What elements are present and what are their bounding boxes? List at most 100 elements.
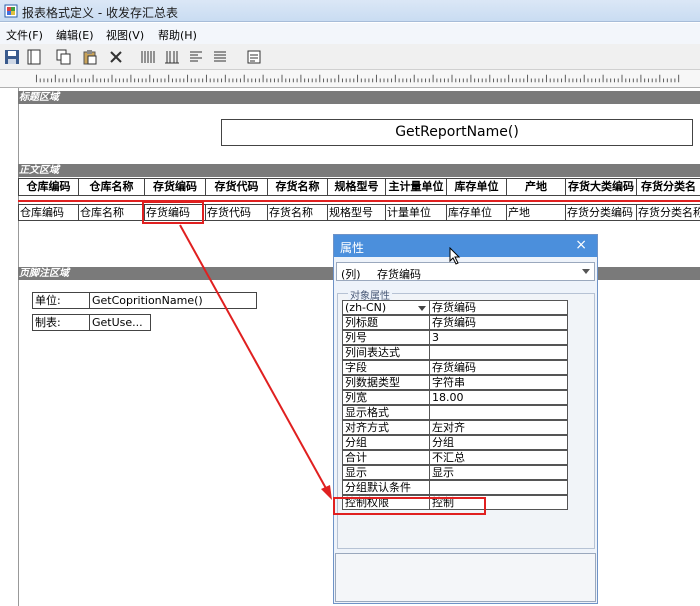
data-field-cell[interactable]: 产地 — [506, 204, 566, 221]
book-icon[interactable] — [26, 49, 42, 65]
property-row[interactable]: 列宽 18.00 — [342, 390, 568, 405]
unit-label[interactable]: 单位: — [32, 292, 90, 309]
property-row[interactable]: 合计 不汇总 — [342, 450, 568, 465]
property-key: 列标题 — [342, 315, 430, 330]
property-key: 分组默认条件 — [342, 480, 430, 495]
close-icon[interactable]: × — [575, 237, 587, 253]
data-field-cell[interactable]: 存货代码 — [205, 204, 268, 221]
object-selector[interactable]: (列) 存货编码 — [336, 262, 595, 281]
property-row[interactable]: (zh-CN) 存货编码 — [342, 300, 568, 315]
property-row[interactable]: 分组默认条件 — [342, 480, 568, 495]
column-header[interactable]: 库存单位 — [446, 178, 507, 196]
property-key: 列数据类型 — [342, 375, 430, 390]
property-key: (zh-CN) — [342, 300, 430, 315]
property-value[interactable]: 字符串 — [430, 375, 568, 390]
property-value[interactable]: 存货编码 — [430, 360, 568, 375]
align-left-icon[interactable] — [188, 49, 204, 65]
column-header[interactable]: 仓库编码 — [18, 178, 79, 196]
property-value[interactable]: 存货编码 — [430, 300, 568, 315]
property-key: 列间表达式 — [342, 345, 430, 360]
property-key: 合计 — [342, 450, 430, 465]
chevron-down-icon — [582, 269, 590, 274]
properties-dialog-title: 属性 — [340, 241, 365, 255]
property-row[interactable]: 列号 3 — [342, 330, 568, 345]
paste-icon[interactable] — [82, 49, 98, 65]
property-key: 显示格式 — [342, 405, 430, 420]
columns-alt-icon[interactable] — [164, 49, 180, 65]
copy-icon[interactable] — [56, 49, 72, 65]
property-value[interactable]: 不汇总 — [430, 450, 568, 465]
culture-dropdown-icon[interactable] — [418, 306, 426, 312]
menu-help[interactable]: 帮助(H) — [158, 27, 197, 43]
delete-icon[interactable] — [108, 49, 124, 65]
column-header[interactable]: 存货名称 — [267, 178, 328, 196]
property-row[interactable]: 显示 显示 — [342, 465, 568, 480]
column-header[interactable]: 存货代码 — [205, 178, 268, 196]
data-field-cell[interactable]: 库存单位 — [446, 204, 507, 221]
column-header[interactable]: 产地 — [506, 178, 566, 196]
properties-dialog-caption[interactable]: 属性 × — [334, 235, 597, 257]
property-key: 字段 — [342, 360, 430, 375]
object-name: 存货编码 — [377, 268, 421, 281]
window-title: 报表格式定义 - 收发存汇总表 — [22, 6, 178, 20]
property-value[interactable] — [430, 345, 568, 360]
columns-icon[interactable] — [140, 49, 156, 65]
property-key: 列号 — [342, 330, 430, 345]
property-row[interactable]: 对齐方式 左对齐 — [342, 420, 568, 435]
data-field-cell[interactable]: 仓库名称 — [78, 204, 145, 221]
property-row[interactable]: 显示格式 — [342, 405, 568, 420]
property-row[interactable]: 列数据类型 字符串 — [342, 375, 568, 390]
column-header[interactable]: 存货编码 — [144, 178, 206, 196]
property-value[interactable]: 分组 — [430, 435, 568, 450]
column-header[interactable]: 存货大类编码 — [565, 178, 637, 196]
red-underline — [18, 200, 700, 202]
report-title-field[interactable]: GetReportName() — [221, 119, 693, 146]
object-type: (列) — [341, 268, 361, 281]
maker-label[interactable]: 制表: — [32, 314, 90, 331]
band-body[interactable]: 正文区域 — [18, 164, 700, 177]
align-justify-icon[interactable] — [212, 49, 228, 65]
property-key: 对齐方式 — [342, 420, 430, 435]
highlight-control-row — [333, 497, 486, 515]
property-row[interactable]: 列标题 存货编码 — [342, 315, 568, 330]
unit-value-field[interactable]: GetCopritionName() — [89, 292, 257, 309]
maker-value-field[interactable]: GetUse... — [89, 314, 151, 331]
properties-icon[interactable] — [246, 49, 262, 65]
data-field-cell[interactable]: 规格型号 — [327, 204, 386, 221]
menu-bar: 文件(F) 编辑(E) 视图(V) 帮助(H) — [0, 23, 700, 44]
property-value[interactable]: 显示 — [430, 465, 568, 480]
app-icon — [4, 4, 18, 18]
window-titlebar: 报表格式定义 - 收发存汇总表 — [0, 0, 700, 22]
column-header[interactable]: 规格型号 — [327, 178, 386, 196]
column-header[interactable]: 主计量单位 — [385, 178, 447, 196]
property-key: 分组 — [342, 435, 430, 450]
menu-file[interactable]: 文件(F) — [6, 27, 43, 43]
property-row[interactable]: 字段 存货编码 — [342, 360, 568, 375]
property-row[interactable]: 列间表达式 — [342, 345, 568, 360]
property-value[interactable] — [430, 405, 568, 420]
property-row[interactable]: 分组 分组 — [342, 435, 568, 450]
band-title[interactable]: 标题区域 — [18, 91, 700, 104]
menu-edit[interactable]: 编辑(E) — [56, 27, 94, 43]
data-field-cell[interactable]: 存货分类编码 — [565, 204, 637, 221]
save-icon[interactable] — [4, 49, 20, 65]
description-pane — [335, 553, 596, 602]
column-header[interactable]: 存货分类名 — [636, 178, 700, 196]
property-key: 显示 — [342, 465, 430, 480]
data-field-cell[interactable]: 存货名称 — [267, 204, 328, 221]
property-value[interactable]: 3 — [430, 330, 568, 345]
horizontal-ruler — [0, 70, 700, 88]
property-value[interactable]: 存货编码 — [430, 315, 568, 330]
highlight-column-cell — [142, 201, 204, 224]
menu-view[interactable]: 视图(V) — [106, 27, 144, 43]
column-header[interactable]: 仓库名称 — [78, 178, 145, 196]
property-value[interactable]: 左对齐 — [430, 420, 568, 435]
data-field-cell[interactable]: 计量单位 — [385, 204, 447, 221]
property-value[interactable]: 18.00 — [430, 390, 568, 405]
data-field-cell[interactable]: 仓库编码 — [18, 204, 79, 221]
property-value[interactable] — [430, 480, 568, 495]
property-key: 列宽 — [342, 390, 430, 405]
toolbar — [0, 44, 700, 70]
data-field-cell[interactable]: 存货分类名称 — [636, 204, 700, 221]
mouse-cursor-icon — [449, 247, 461, 265]
